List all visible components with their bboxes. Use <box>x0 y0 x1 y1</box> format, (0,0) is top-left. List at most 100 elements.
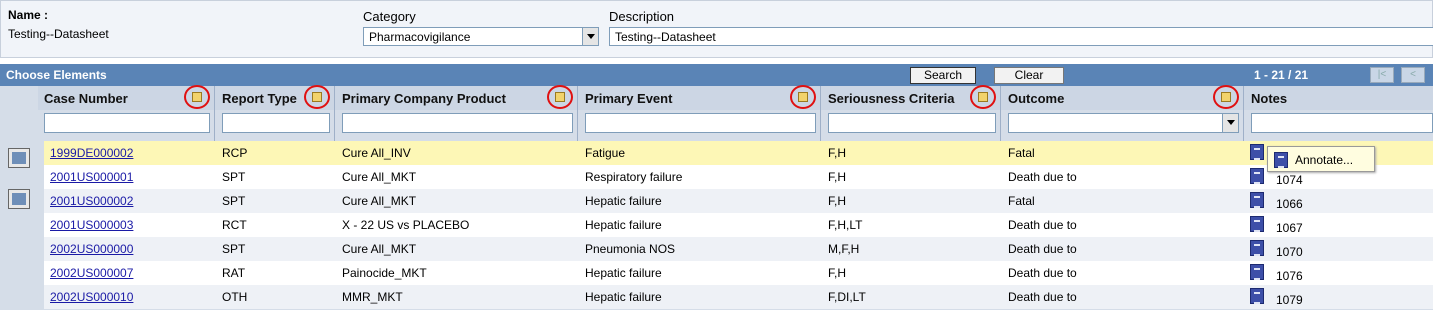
select-all-icon[interactable] <box>8 148 30 168</box>
filter-event-input[interactable] <box>585 113 816 133</box>
header-primary-company-product[interactable]: Primary Company Product <box>338 86 506 110</box>
prev-page-button[interactable]: < <box>1401 67 1425 83</box>
header-form: Name : Testing--Datasheet Category Pharm… <box>0 0 1433 58</box>
table-row[interactable]: 2001US000003 RCT X - 22 US vs PLACEBO Hepat… <box>44 213 1433 237</box>
notes-icon[interactable] <box>1250 216 1264 232</box>
column-divider <box>1243 86 1244 146</box>
report-type-cell: SPT <box>222 170 246 184</box>
case-number-link[interactable]: 2002US000000 <box>50 242 133 256</box>
column-divider <box>1000 86 1001 146</box>
notes-cell: 1076 <box>1276 269 1303 283</box>
notes-cell: 1074 <box>1276 173 1303 187</box>
sort-icon[interactable] <box>970 85 996 109</box>
category-label: Category <box>363 9 416 24</box>
seriousness-cell: F,H,LT <box>828 218 863 232</box>
report-type-cell: SPT <box>222 194 246 208</box>
notes-icon[interactable] <box>1250 264 1264 280</box>
outcome-cell: Death due to <box>1008 170 1077 184</box>
filter-seriousness-input[interactable] <box>828 113 996 133</box>
notes-icon[interactable] <box>1250 288 1264 304</box>
filter-report-type-input[interactable] <box>222 113 330 133</box>
outcome-cell: Death due to <box>1008 266 1077 280</box>
header-outcome[interactable]: Outcome <box>1004 86 1064 110</box>
panel-titlebar: Choose Elements Search Clear 1 - 21 / 21… <box>0 64 1433 86</box>
case-number-link[interactable]: 2002US000007 <box>50 266 133 280</box>
table-row[interactable]: 1999DE000002 RCP Cure All_INV Fatigue F,H Fat… <box>44 141 1433 165</box>
table-row[interactable]: 2001US000002 SPT Cure All_MKT Hepatic failu… <box>44 189 1433 213</box>
product-cell: X - 22 US vs PLACEBO <box>342 218 470 232</box>
seriousness-cell: F,H <box>828 146 846 160</box>
sort-icon[interactable] <box>184 85 210 109</box>
event-cell: Respiratory failure <box>585 170 683 184</box>
annotate-popup[interactable]: Annotate... <box>1267 146 1375 172</box>
table-row[interactable]: 2002US000010 OTH MMR_MKT Hepatic failure F,D… <box>44 285 1433 309</box>
name-value: Testing--Datasheet <box>8 27 109 41</box>
sort-icon[interactable] <box>790 85 816 109</box>
column-divider <box>214 86 215 146</box>
filter-case-number-input[interactable] <box>44 113 210 133</box>
product-cell: Painocide_MKT <box>342 266 427 280</box>
product-cell: Cure All_MKT <box>342 170 417 184</box>
report-type-cell: RCP <box>222 146 248 160</box>
header-case-number[interactable]: Case Number <box>40 86 128 110</box>
table-row[interactable]: 2001US000001 SPT Cure All_MKT Respiratory f… <box>44 165 1433 189</box>
notes-icon[interactable] <box>1250 240 1264 256</box>
product-cell: MMR_MKT <box>342 290 403 304</box>
header-notes[interactable]: Notes <box>1247 86 1287 110</box>
notes-cell: 1067 <box>1276 221 1303 235</box>
sort-icon[interactable] <box>547 85 573 109</box>
notes-icon[interactable] <box>1250 192 1264 208</box>
filter-outcome-select[interactable] <box>1008 113 1239 133</box>
outcome-cell: Fatal <box>1008 194 1035 208</box>
notes-icon <box>1274 152 1288 168</box>
report-type-cell: RAT <box>222 266 246 280</box>
event-cell: Hepatic failure <box>585 194 662 208</box>
outcome-cell: Death due to <box>1008 218 1077 232</box>
header-report-type[interactable]: Report Type <box>218 86 297 110</box>
outcome-cell: Death due to <box>1008 242 1077 256</box>
seriousness-cell: F,DI,LT <box>828 290 866 304</box>
seriousness-cell: M,F,H <box>828 242 860 256</box>
annotate-label: Annotate... <box>1295 153 1354 167</box>
seriousness-cell: F,H <box>828 266 846 280</box>
event-cell: Fatigue <box>585 146 626 160</box>
description-field[interactable]: Testing--Datasheet <box>609 27 1433 46</box>
sort-indicator-icon <box>1221 92 1231 102</box>
pager-text: 1 - 21 / 21 <box>1254 68 1309 82</box>
notes-cell: 1079 <box>1276 293 1303 307</box>
add-selection-icon[interactable] <box>8 189 30 209</box>
first-page-button[interactable]: |< <box>1370 67 1394 83</box>
filter-notes-input[interactable] <box>1251 113 1433 133</box>
category-select[interactable]: Pharmacovigilance <box>363 27 599 46</box>
sort-icon[interactable] <box>1213 85 1239 109</box>
column-divider <box>820 86 821 146</box>
case-number-link[interactable]: 2001US000001 <box>50 170 133 184</box>
category-selected-value: Pharmacovigilance <box>369 30 471 44</box>
table-row[interactable]: 2002US000007 RAT Painocide_MKT Hepatic fail… <box>44 261 1433 285</box>
chevron-down-icon[interactable] <box>582 28 598 45</box>
notes-icon[interactable] <box>1250 168 1264 184</box>
search-button[interactable]: Search <box>910 67 976 84</box>
panel-title: Choose Elements <box>6 68 107 82</box>
table-row[interactable]: 2002US000000 SPT Cure All_MKT Pneumonia NOS… <box>44 237 1433 261</box>
sort-indicator-icon <box>798 92 808 102</box>
case-number-link[interactable]: 2002US000010 <box>50 290 133 304</box>
notes-icon[interactable] <box>1250 144 1264 160</box>
event-cell: Pneumonia NOS <box>585 242 676 256</box>
clear-button[interactable]: Clear <box>994 67 1064 84</box>
outcome-cell: Fatal <box>1008 146 1035 160</box>
case-number-link[interactable]: 2001US000002 <box>50 194 133 208</box>
header-seriousness-criteria[interactable]: Seriousness Criteria <box>824 86 954 110</box>
chevron-down-icon[interactable] <box>1222 114 1238 132</box>
column-divider <box>577 86 578 146</box>
event-cell: Hepatic failure <box>585 266 662 280</box>
header-primary-event[interactable]: Primary Event <box>581 86 672 110</box>
sort-indicator-icon <box>555 92 565 102</box>
sort-indicator-icon <box>978 92 988 102</box>
notes-cell: 1066 <box>1276 197 1303 211</box>
case-number-link[interactable]: 2001US000003 <box>50 218 133 232</box>
filter-product-input[interactable] <box>342 113 573 133</box>
report-type-cell: OTH <box>222 290 248 304</box>
sort-icon[interactable] <box>304 85 330 109</box>
case-number-link[interactable]: 1999DE000002 <box>50 146 133 160</box>
